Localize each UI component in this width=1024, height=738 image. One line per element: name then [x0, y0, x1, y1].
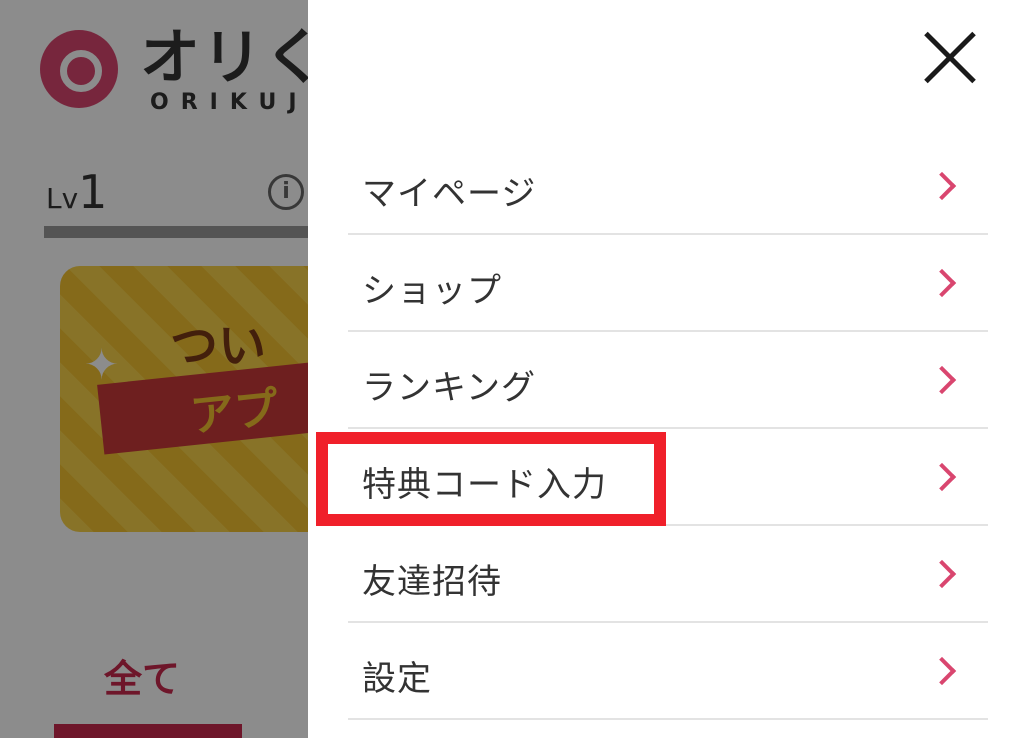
- chevron-right-icon: [927, 656, 957, 686]
- chevron-right-icon: [927, 268, 957, 298]
- menu-item-ranking[interactable]: ランキング: [348, 332, 988, 429]
- close-icon[interactable]: [920, 28, 980, 88]
- menu-item-mypage[interactable]: マイページ: [348, 138, 988, 235]
- menu-item-label: ランキング: [362, 368, 536, 408]
- menu-list: マイページ ショップ ランキング 特典コード入力 友達招待 設定: [348, 138, 988, 720]
- chevron-right-icon: [927, 365, 957, 395]
- chevron-right-icon: [927, 559, 957, 589]
- menu-item-settings[interactable]: 設定: [348, 623, 988, 720]
- menu-item-label: マイページ: [362, 174, 537, 214]
- highlight-box: [316, 432, 666, 526]
- menu-item-label: ショップ: [362, 271, 502, 311]
- chevron-right-icon: [927, 462, 957, 492]
- menu-item-label: 友達招待: [362, 562, 502, 602]
- menu-item-label: 設定: [362, 659, 432, 699]
- chevron-right-icon: [927, 171, 957, 201]
- menu-item-shop[interactable]: ショップ: [348, 235, 988, 332]
- menu-item-invite-friends[interactable]: 友達招待: [348, 526, 988, 623]
